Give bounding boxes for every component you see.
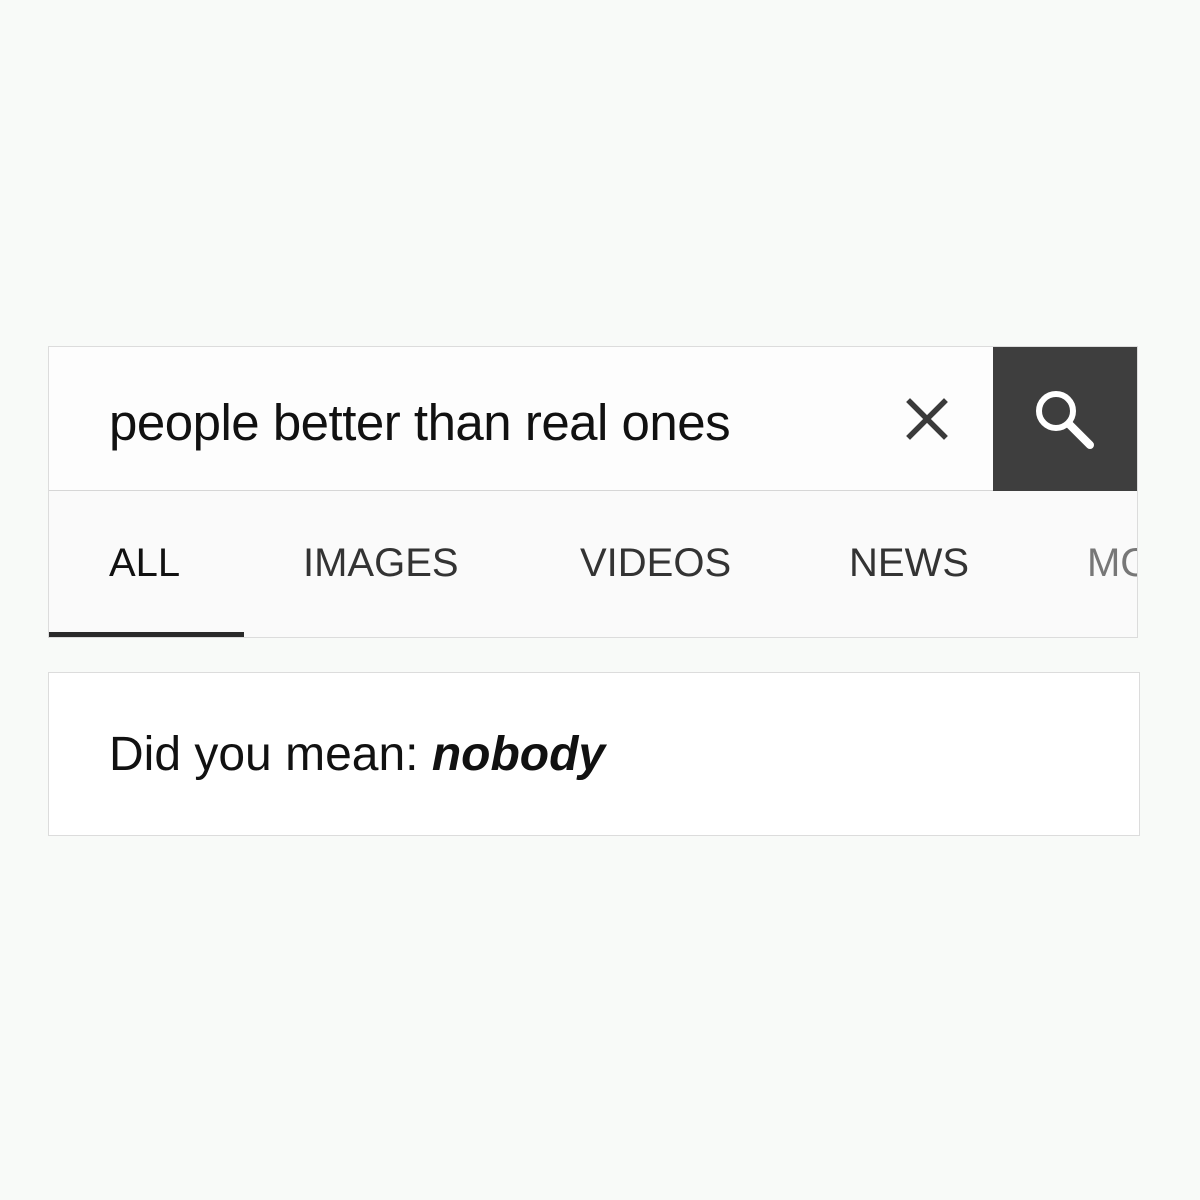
tab-all[interactable]: ALL xyxy=(109,541,180,586)
search-icon xyxy=(1036,391,1094,449)
tab-videos[interactable]: VIDEOS xyxy=(580,541,731,586)
search-bar: people better than real ones xyxy=(49,347,1137,491)
search-tabs: ALL IMAGES VIDEOS NEWS MORE xyxy=(49,491,1137,637)
suggested-term-link[interactable]: nobody xyxy=(432,728,605,781)
search-button[interactable] xyxy=(993,347,1137,491)
search-query[interactable]: people better than real ones xyxy=(109,393,731,452)
suggestion-prefix: Did you mean: xyxy=(109,728,432,781)
spelling-suggestion: Did you mean: nobody xyxy=(109,727,605,782)
spelling-suggestion-card: Did you mean: nobody xyxy=(48,672,1140,836)
close-icon xyxy=(906,398,948,440)
tab-images[interactable]: IMAGES xyxy=(303,541,459,586)
tab-news[interactable]: NEWS xyxy=(849,541,969,586)
active-tab-indicator xyxy=(49,632,244,637)
tab-more[interactable]: MORE xyxy=(1087,541,1137,591)
clear-search-button[interactable] xyxy=(899,391,955,447)
search-card: people better than real ones ALL IMAGES … xyxy=(48,346,1138,638)
